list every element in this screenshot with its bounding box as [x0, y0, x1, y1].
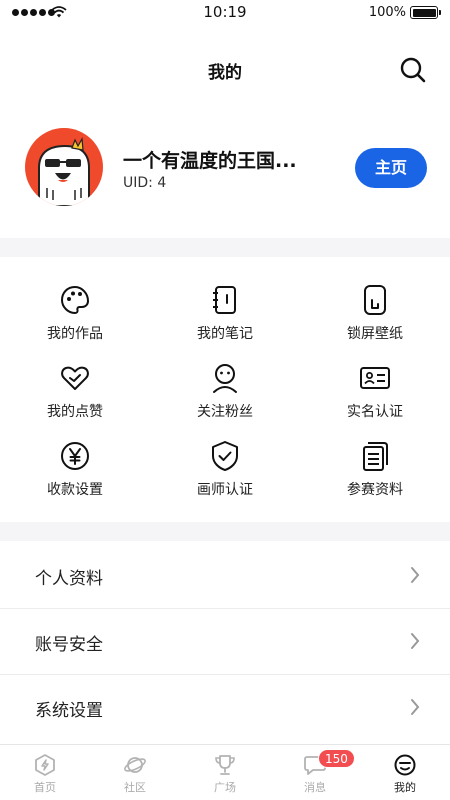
grid-item-label: 画师认证: [197, 482, 253, 498]
page-title: 我的: [208, 63, 242, 83]
tab-community[interactable]: 社区: [90, 745, 180, 800]
grid-item-notes[interactable]: 我的笔记: [150, 284, 300, 356]
tab-mine[interactable]: 我的: [360, 745, 450, 800]
grid-item-wallpaper[interactable]: 锁屏壁纸: [300, 284, 450, 356]
tab-square[interactable]: 广场: [180, 745, 270, 800]
user-uid: UID: 4: [123, 175, 167, 191]
tab-label: 消息: [304, 781, 326, 794]
heart-icon: [61, 366, 89, 390]
notebook-icon: [213, 286, 236, 314]
status-bar: 10:19 100%: [0, 0, 450, 26]
chevron-right-icon: [411, 699, 420, 715]
list-item-account-security[interactable]: 账号安全: [0, 609, 450, 675]
avatar[interactable]: [25, 128, 103, 206]
bottom-tab-bar: 首页 社区 广场 消息 150 我的: [0, 744, 450, 800]
tab-label: 我的: [394, 781, 416, 794]
grid-item-follows[interactable]: 关注粉丝: [150, 362, 300, 434]
tab-label: 广场: [214, 781, 236, 794]
smiley-icon: [394, 754, 416, 776]
shield-check-icon: [212, 441, 238, 471]
grid-item-label: 收款设置: [47, 482, 103, 498]
palette-icon: [60, 285, 90, 315]
chevron-right-icon: [411, 633, 420, 649]
tab-home[interactable]: 首页: [0, 745, 90, 800]
grid-item-label: 参赛资料: [347, 482, 403, 498]
grid-item-real-name[interactable]: 实名认证: [300, 362, 450, 434]
grid-item-contest-info[interactable]: 参赛资料: [300, 440, 450, 512]
grid-item-payment[interactable]: 收款设置: [0, 440, 150, 512]
documents-icon: [363, 442, 388, 471]
id-card-icon: [360, 367, 390, 389]
list-item-label: 个人资料: [35, 569, 103, 589]
tab-label: 社区: [124, 781, 146, 794]
battery-percent: 100%: [368, 5, 406, 20]
search-icon[interactable]: [398, 55, 428, 85]
grid-item-label: 关注粉丝: [197, 404, 253, 420]
home-page-button[interactable]: 主页: [355, 148, 427, 188]
tab-label: 首页: [34, 781, 56, 794]
grid-item-label: 锁屏壁纸: [347, 326, 403, 342]
list-item-system-settings[interactable]: 系统设置: [0, 675, 450, 741]
person-icon: [213, 364, 237, 393]
grid-item-likes[interactable]: 我的点赞: [0, 362, 150, 434]
section-divider: [0, 238, 450, 257]
list-item-label: 账号安全: [35, 635, 103, 655]
message-count-badge: 150: [318, 749, 355, 768]
grid-item-label: 我的点赞: [47, 404, 103, 420]
grid-item-label: 我的作品: [47, 326, 103, 342]
grid-item-label: 我的笔记: [197, 326, 253, 342]
battery-icon: [410, 6, 441, 19]
cartoon-avatar-sunglasses-icon: [25, 128, 103, 206]
planet-icon: [124, 757, 146, 773]
grid-item-artist-cert[interactable]: 画师认证: [150, 440, 300, 512]
grid-item-works[interactable]: 我的作品: [0, 284, 150, 356]
yen-icon: [61, 442, 89, 470]
grid-item-label: 实名认证: [347, 404, 403, 420]
profile-card[interactable]: 一个有温度的王国... UID: 4 主页: [0, 120, 450, 238]
trophy-icon: [215, 755, 235, 775]
list-item-profile-info[interactable]: 个人资料: [0, 543, 450, 609]
phone-icon: [364, 285, 386, 315]
chevron-right-icon: [411, 567, 420, 583]
home-bolt-icon: [35, 754, 55, 776]
user-name: 一个有温度的王国...: [123, 150, 297, 172]
section-divider: [0, 522, 450, 541]
list-item-label: 系统设置: [35, 701, 103, 721]
